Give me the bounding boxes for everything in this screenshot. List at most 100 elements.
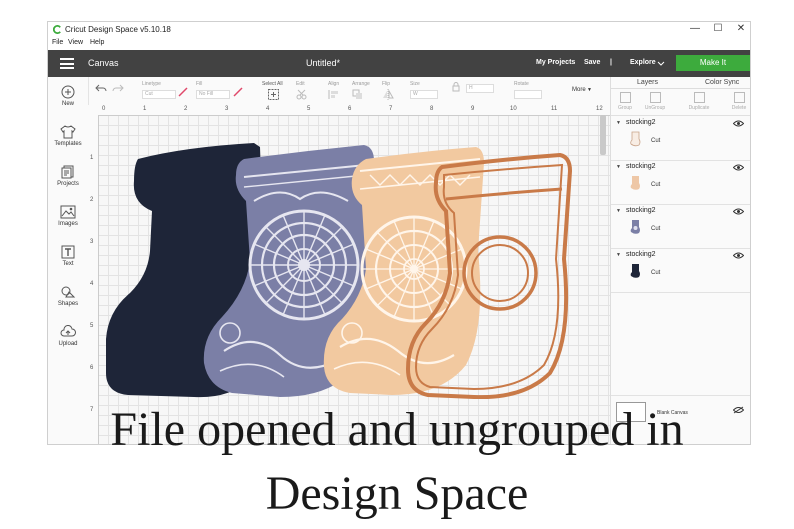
arrange-icon[interactable] — [352, 89, 364, 100]
eye-icon[interactable] — [733, 208, 744, 215]
section-title: Canvas — [88, 58, 119, 68]
tab-color-sync[interactable]: Color Sync — [705, 79, 739, 86]
left-ruler: 1 2 3 4 5 6 7 — [88, 115, 99, 444]
nav-projects-label: Projects — [57, 181, 79, 187]
edit-label: Edit — [296, 81, 305, 87]
eye-icon[interactable] — [733, 252, 744, 259]
canvas-scrollbar[interactable] — [600, 115, 606, 155]
align-label: Align — [328, 81, 340, 87]
ruler-tick: 0 — [102, 106, 106, 112]
undo-icon[interactable] — [95, 83, 107, 93]
close-button[interactable]: ✕ — [734, 23, 748, 34]
caption-line-2: Design Space — [265, 467, 529, 520]
nav-upload[interactable]: Upload — [48, 325, 88, 347]
expand-caret-icon[interactable]: ▼ — [616, 120, 621, 126]
delete-label: Delete — [731, 105, 747, 111]
expand-caret-icon[interactable]: ▼ — [616, 164, 621, 170]
arrange-control[interactable]: Arrange — [352, 81, 370, 100]
header-separator: | — [610, 59, 612, 66]
nav-projects[interactable]: Projects — [48, 165, 88, 187]
ruler-tick: 6 — [348, 106, 352, 112]
ruler-tick: 8 — [430, 106, 434, 112]
nav-templates[interactable]: Templates — [48, 125, 88, 147]
duplicate-icon — [693, 92, 705, 103]
more-caret-icon[interactable]: ▼ — [587, 87, 592, 93]
rotate-control[interactable]: Rotate — [514, 81, 542, 99]
size-height-field[interactable]: H — [466, 84, 494, 93]
panel-tabs: Layers Color Sync — [611, 77, 750, 89]
edit-control[interactable]: Edit — [296, 81, 307, 100]
layer-name: stocking2 — [626, 207, 656, 214]
upload-cloud-icon — [60, 325, 76, 337]
nav-upload-label: Upload — [58, 341, 78, 347]
rotate-label: Rotate — [514, 81, 529, 87]
ruler-tick: 6 — [90, 365, 94, 371]
menu-help[interactable]: Help — [90, 39, 104, 46]
redo-icon[interactable] — [112, 83, 124, 93]
nav-text[interactable]: Text — [48, 245, 88, 267]
ruler-tick: 12 — [596, 106, 603, 112]
eye-icon[interactable] — [733, 120, 744, 127]
ungroup-button[interactable]: UnGroup — [641, 92, 669, 111]
menu-file[interactable]: File — [52, 39, 63, 46]
linetype-control[interactable]: Linetype Cut — [142, 81, 176, 99]
duplicate-button[interactable]: Duplicate — [685, 92, 713, 111]
layer-thumbnail-icon — [630, 220, 640, 234]
linetype-select[interactable]: Cut — [142, 90, 176, 99]
save-button[interactable]: Save — [584, 59, 600, 66]
delete-button[interactable]: Delete — [725, 92, 750, 111]
select-all-control[interactable]: Select All — [262, 81, 283, 100]
cricut-logo-icon — [53, 25, 61, 34]
chevron-down-icon[interactable] — [657, 61, 665, 66]
explore-dropdown[interactable]: Explore — [630, 59, 656, 66]
eye-icon[interactable] — [733, 164, 744, 171]
ruler-tick: 7 — [389, 106, 393, 112]
hamburger-menu-icon[interactable] — [60, 58, 74, 69]
my-projects-link[interactable]: My Projects — [536, 59, 575, 66]
layer-row[interactable]: ▼ stocking2 Cut — [611, 248, 750, 293]
top-ruler: 0 1 2 3 4 5 6 7 8 9 10 11 12 — [88, 105, 610, 116]
nav-images[interactable]: Images — [48, 205, 88, 227]
layer-row[interactable]: ▼ stocking2 Cut — [611, 204, 750, 249]
size-height-control[interactable]: H — [466, 81, 494, 93]
lock-icon[interactable] — [452, 82, 460, 92]
more-dropdown[interactable]: More — [572, 87, 586, 93]
make-it-button[interactable]: Make It — [676, 55, 750, 71]
nav-shapes[interactable]: Shapes — [48, 285, 88, 307]
title-bar: Cricut Design Space v5.10.18 — ☐ ✕ — [48, 22, 750, 38]
layer-operation: Cut — [651, 270, 661, 276]
select-all-icon[interactable] — [268, 89, 279, 100]
rotate-field[interactable] — [514, 90, 542, 99]
expand-caret-icon[interactable]: ▼ — [616, 208, 621, 214]
linetype-label: Linetype — [142, 81, 161, 87]
linetype-color-swatch-icon[interactable] — [178, 87, 188, 97]
menu-view[interactable]: View — [68, 39, 83, 46]
app-header: Canvas Untitled* My Projects Save | Expl… — [48, 50, 750, 77]
layer-row[interactable]: ▼ stocking2 Cut — [611, 160, 750, 205]
layer-name: stocking2 — [626, 251, 656, 258]
tab-layers[interactable]: Layers — [637, 79, 658, 86]
layer-name: stocking2 — [626, 119, 656, 126]
group-button[interactable]: Group — [611, 92, 639, 111]
layer-row[interactable]: ▼ stocking2 Cut — [611, 116, 750, 161]
fill-select[interactable]: No Fill — [196, 90, 230, 99]
group-icon — [619, 92, 631, 103]
expand-caret-icon[interactable]: ▼ — [616, 252, 621, 258]
align-control[interactable]: Align — [328, 81, 340, 100]
size-width-field[interactable]: W — [410, 90, 438, 99]
ungroup-icon — [649, 92, 661, 103]
shapes-icon — [61, 286, 76, 298]
maximize-button[interactable]: ☐ — [711, 23, 725, 34]
edit-scissors-icon[interactable] — [296, 89, 307, 100]
stocking-artwork[interactable] — [104, 141, 582, 399]
nav-new[interactable]: New — [48, 85, 88, 107]
flip-icon[interactable] — [382, 89, 394, 100]
flip-control[interactable]: Flip — [382, 81, 394, 100]
flip-label: Flip — [382, 81, 391, 87]
fill-control[interactable]: Fill No Fill — [196, 81, 230, 99]
size-label: Size — [410, 81, 420, 87]
fill-color-swatch-icon[interactable] — [233, 87, 243, 97]
align-icon[interactable] — [328, 89, 340, 100]
minimize-button[interactable]: — — [688, 23, 702, 34]
size-control[interactable]: Size W — [410, 81, 438, 99]
